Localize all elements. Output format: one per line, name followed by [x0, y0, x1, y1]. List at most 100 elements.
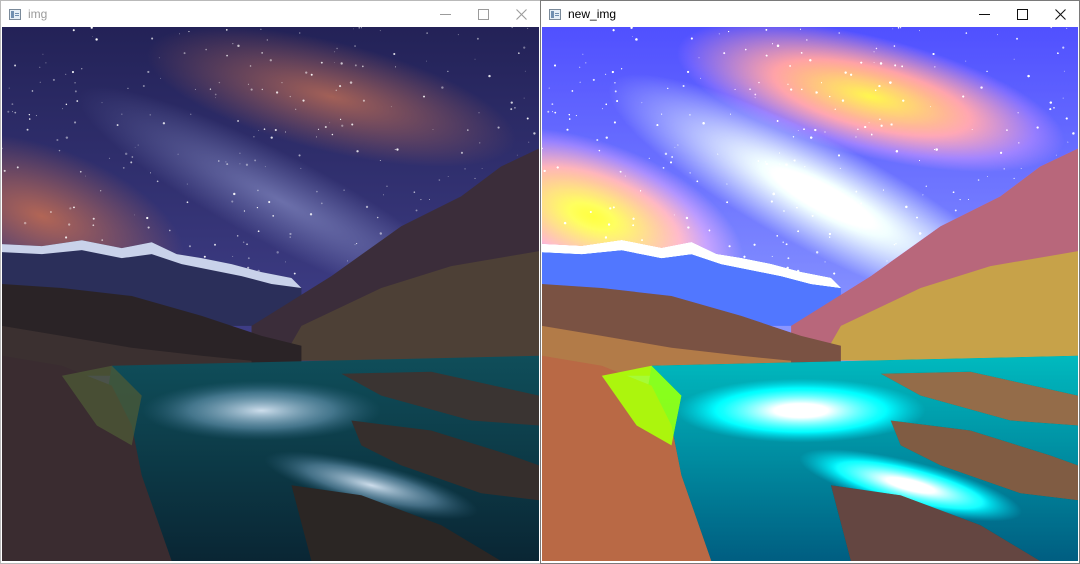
star [815, 251, 819, 254]
star [214, 243, 217, 246]
star [919, 160, 921, 161]
star [790, 88, 793, 91]
star [188, 31, 190, 33]
star [609, 207, 612, 210]
star [353, 28, 354, 30]
star [432, 129, 434, 131]
star [526, 117, 529, 120]
star [151, 37, 154, 40]
title-bar[interactable]: img [1, 1, 540, 27]
star [464, 168, 466, 170]
star [605, 103, 607, 106]
star [785, 163, 788, 166]
star [349, 81, 353, 84]
star [72, 29, 75, 32]
minimize-button[interactable] [426, 1, 464, 27]
star [765, 163, 768, 166]
star [585, 62, 587, 64]
star [92, 35, 93, 37]
star [607, 223, 611, 226]
star [383, 194, 384, 196]
star [49, 210, 52, 214]
star [612, 29, 615, 32]
star [523, 97, 525, 99]
star [889, 81, 892, 84]
star [783, 210, 785, 212]
star [396, 148, 399, 151]
star [986, 70, 988, 73]
star [690, 37, 693, 40]
star [673, 214, 675, 216]
star [810, 136, 813, 139]
star [101, 239, 104, 241]
image-viewport [2, 27, 539, 561]
maximize-button[interactable] [1003, 1, 1041, 27]
star [785, 243, 788, 246]
star [245, 163, 249, 166]
star [933, 148, 936, 151]
window-img[interactable]: img [0, 0, 541, 564]
minimize-button[interactable] [965, 1, 1003, 27]
star [841, 99, 845, 102]
star [787, 257, 790, 260]
star [299, 32, 301, 34]
star [74, 82, 76, 84]
close-button[interactable] [1041, 1, 1079, 27]
star [635, 38, 638, 41]
maximize-button[interactable] [464, 1, 502, 27]
close-button[interactable] [502, 1, 540, 27]
star [897, 27, 900, 29]
star [261, 88, 264, 91]
star [757, 160, 760, 162]
star [270, 136, 273, 139]
star [122, 166, 125, 169]
star [289, 232, 292, 236]
star [247, 257, 250, 260]
star [160, 77, 162, 79]
star [74, 121, 77, 124]
star [127, 87, 129, 90]
star [930, 106, 931, 108]
star [682, 84, 685, 87]
star [510, 101, 513, 104]
star [844, 71, 847, 74]
window-new-img[interactable]: new_img [540, 0, 1080, 564]
star [1067, 141, 1069, 143]
star [807, 200, 810, 204]
star [45, 62, 47, 64]
star [324, 125, 327, 129]
star [302, 99, 305, 102]
star [1027, 74, 1030, 78]
star [239, 152, 241, 154]
star [12, 111, 13, 113]
star [689, 114, 691, 116]
star [792, 136, 795, 138]
star [218, 81, 221, 84]
star [619, 170, 622, 173]
star [758, 81, 760, 84]
star [39, 66, 41, 68]
star [309, 213, 313, 216]
star [84, 175, 86, 177]
star [726, 183, 728, 185]
star [554, 64, 557, 67]
star [474, 177, 476, 179]
star [428, 199, 430, 200]
star [58, 149, 61, 152]
star [510, 108, 513, 111]
star [354, 64, 357, 67]
title-bar[interactable]: new_img [541, 1, 1079, 27]
star [829, 95, 831, 98]
star [134, 146, 136, 148]
star [793, 159, 796, 162]
star [218, 160, 220, 162]
star [860, 202, 863, 205]
star [257, 189, 259, 192]
star [568, 114, 570, 116]
star [614, 90, 617, 93]
star [670, 161, 672, 164]
star [592, 78, 595, 81]
star [142, 84, 145, 87]
star [700, 77, 701, 79]
star [1065, 117, 1068, 120]
